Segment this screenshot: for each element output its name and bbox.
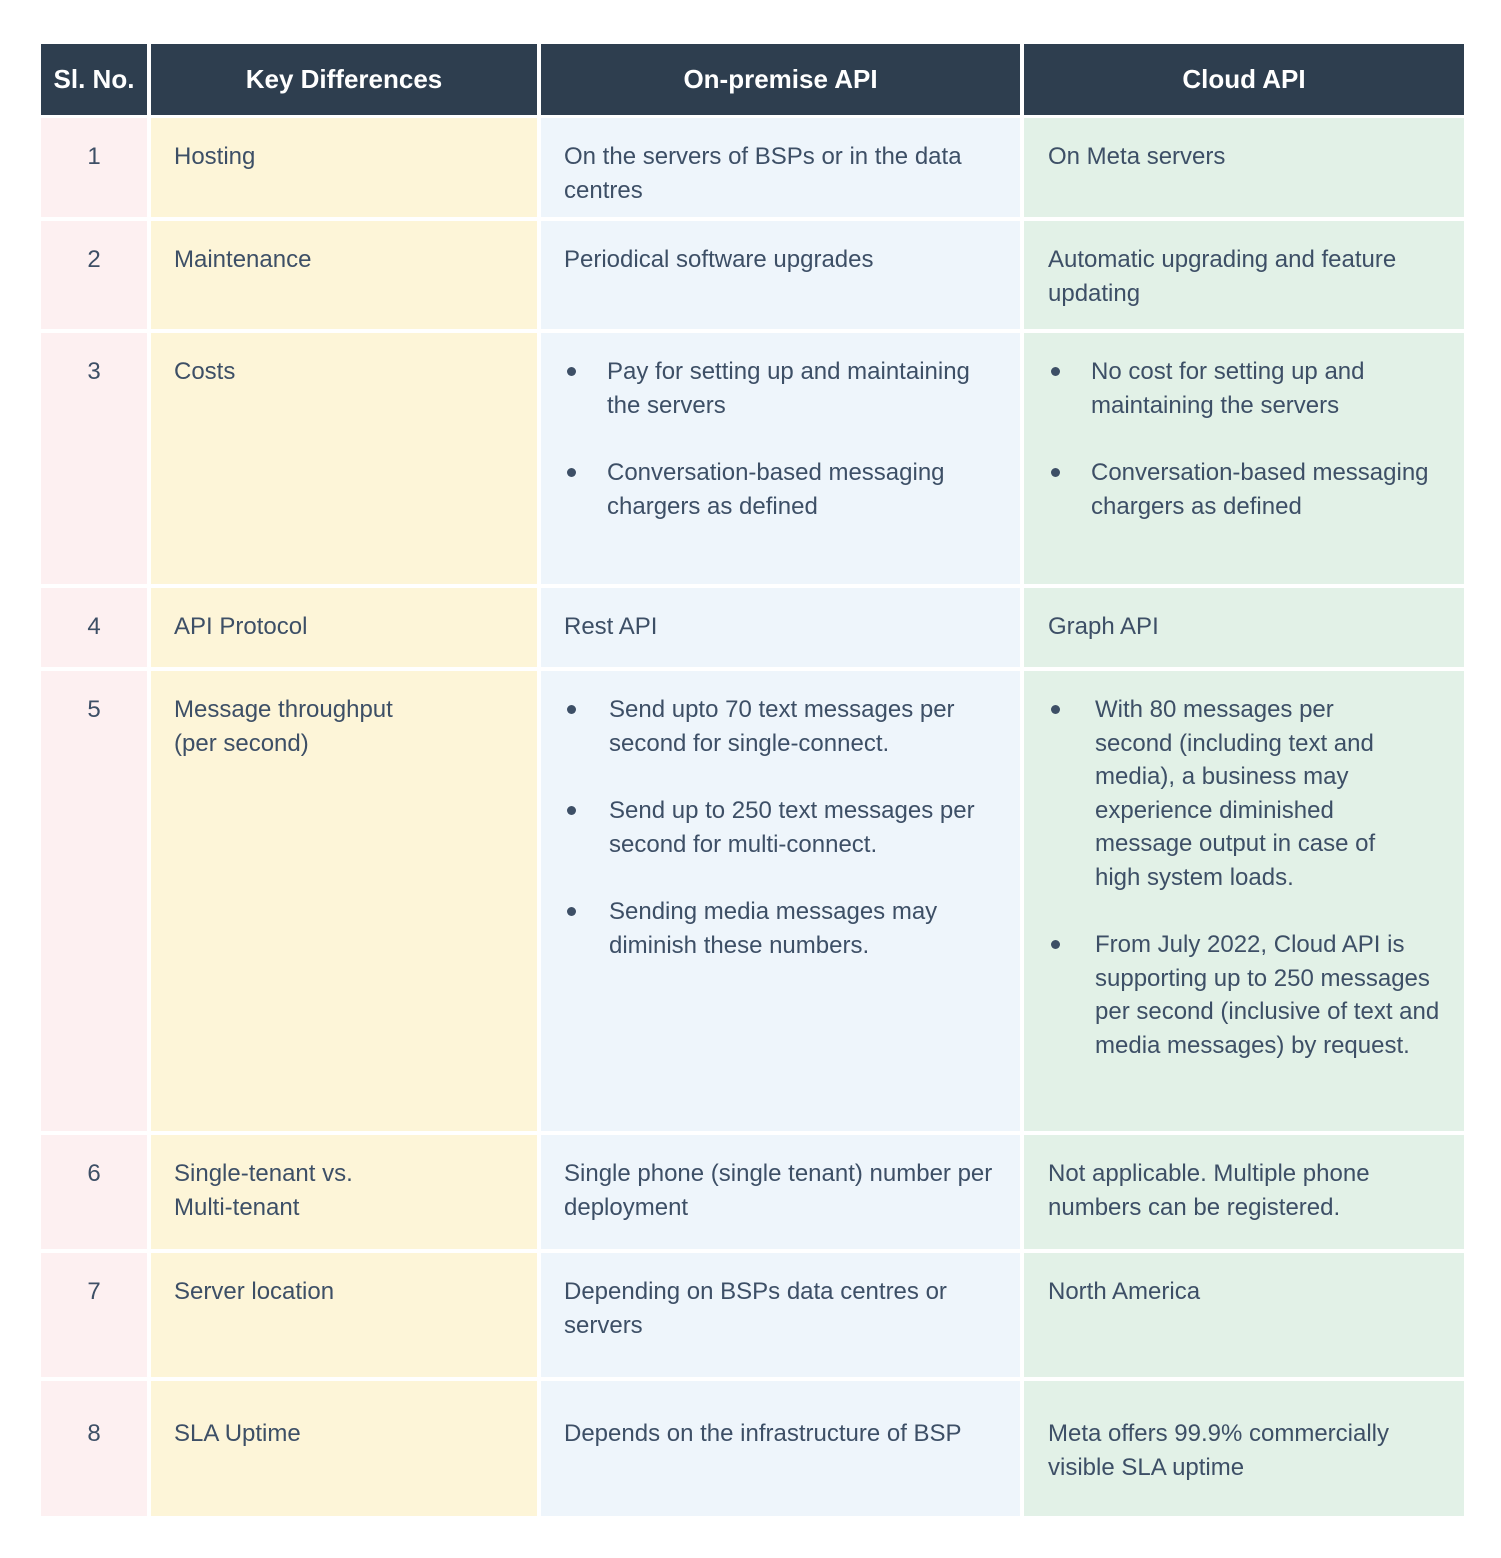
on-premise-value: Depending on BSPs data centres or server… <box>541 1253 1020 1377</box>
bullet-item: With 80 messages per second (including t… <box>1048 693 1458 894</box>
table-row: 3 Costs Pay for setting up and maintaini… <box>41 333 1464 584</box>
on-premise-value: Rest API <box>541 588 1020 667</box>
bullet-text: No cost for setting up and maintaining t… <box>1091 358 1365 419</box>
bullet-icon <box>1051 705 1060 714</box>
bullet-text: Send up to 250 text messages per second … <box>609 797 975 858</box>
key-difference: Message throughput (per second) <box>151 671 537 1131</box>
bullet-text: Pay for setting up and maintaining the s… <box>607 358 970 419</box>
bullet-text: Conversation-based messaging chargers as… <box>607 459 945 520</box>
key-difference: SLA Uptime <box>151 1381 537 1516</box>
cloud-value: On Meta servers <box>1024 118 1464 217</box>
table-row: 4 API Protocol Rest API Graph API <box>41 588 1464 667</box>
table-row: 1 Hosting On the servers of BSPs or in t… <box>41 118 1464 217</box>
bullet-icon <box>1051 367 1060 376</box>
row-number: 7 <box>41 1253 147 1377</box>
bullet-item: No cost for setting up and maintaining t… <box>1048 355 1458 422</box>
header-cloud-api: Cloud API <box>1024 44 1464 115</box>
table-row: 5 Message throughput (per second) Send u… <box>41 671 1464 1131</box>
bullet-item: Send up to 250 text messages per second … <box>564 794 1008 861</box>
cloud-value: Not applicable. Multiple phone numbers c… <box>1024 1135 1464 1249</box>
cloud-value: Automatic upgrading and feature updating <box>1024 221 1464 329</box>
cloud-value: North America <box>1024 1253 1464 1377</box>
table-row: 8 SLA Uptime Depends on the infrastructu… <box>41 1381 1464 1516</box>
table-row: 7 Server location Depending on BSPs data… <box>41 1253 1464 1377</box>
bullet-list: With 80 messages per second (including t… <box>1048 693 1458 1062</box>
on-premise-value: Periodical software upgrades <box>541 221 1020 329</box>
bullet-list: No cost for setting up and maintaining t… <box>1048 355 1458 523</box>
table-row: 2 Maintenance Periodical software upgrad… <box>41 221 1464 329</box>
row-number: 5 <box>41 671 147 1131</box>
bullet-text: With 80 messages per second (including t… <box>1095 696 1376 891</box>
key-difference: Hosting <box>151 118 537 217</box>
cloud-value: No cost for setting up and maintaining t… <box>1024 333 1464 584</box>
table-header-row: Sl. No. Key Differences On-premise API C… <box>41 44 1464 115</box>
on-premise-value: Depends on the infrastructure of BSP <box>541 1381 1020 1516</box>
key-difference: Costs <box>151 333 537 584</box>
table-row: 6 Single-tenant vs. Multi-tenant Single … <box>41 1135 1464 1249</box>
cloud-value: Graph API <box>1024 588 1464 667</box>
bullet-item: Sending media messages may diminish thes… <box>564 895 1008 962</box>
bullet-text: From July 2022, Cloud API is supporting … <box>1095 931 1440 1059</box>
on-premise-value: Single phone (single tenant) number per … <box>541 1135 1020 1249</box>
bullet-icon <box>567 468 576 477</box>
bullet-item: Conversation-based messaging chargers as… <box>564 456 1008 523</box>
row-number: 8 <box>41 1381 147 1516</box>
row-number: 6 <box>41 1135 147 1249</box>
row-number: 4 <box>41 588 147 667</box>
bullet-text: Sending media messages may diminish thes… <box>609 898 938 959</box>
header-key-differences: Key Differences <box>151 44 537 115</box>
cloud-value: With 80 messages per second (including t… <box>1024 671 1464 1131</box>
row-number: 1 <box>41 118 147 217</box>
bullet-text: Conversation-based messaging chargers as… <box>1091 459 1429 520</box>
bullet-icon <box>567 806 576 815</box>
row-number: 2 <box>41 221 147 329</box>
row-number: 3 <box>41 333 147 584</box>
bullet-list: Send upto 70 text messages per second fo… <box>564 693 1008 962</box>
on-premise-value: Send upto 70 text messages per second fo… <box>541 671 1020 1131</box>
bullet-item: From July 2022, Cloud API is supporting … <box>1048 928 1458 1062</box>
bullet-text: Send upto 70 text messages per second fo… <box>609 696 955 757</box>
bullet-item: Send upto 70 text messages per second fo… <box>564 693 1008 760</box>
key-difference: Server location <box>151 1253 537 1377</box>
bullet-icon <box>567 705 576 714</box>
key-difference: Single-tenant vs. Multi-tenant <box>151 1135 537 1249</box>
bullet-icon <box>1051 940 1060 949</box>
on-premise-value: Pay for setting up and maintaining the s… <box>541 333 1020 584</box>
cloud-value: Meta offers 99.9% commercially visible S… <box>1024 1381 1464 1516</box>
header-on-premise-api: On-premise API <box>541 44 1020 115</box>
header-sl-no: Sl. No. <box>41 44 147 115</box>
bullet-item: Pay for setting up and maintaining the s… <box>564 355 1008 422</box>
key-difference: API Protocol <box>151 588 537 667</box>
key-difference: Maintenance <box>151 221 537 329</box>
bullet-item: Conversation-based messaging chargers as… <box>1048 456 1458 523</box>
bullet-list: Pay for setting up and maintaining the s… <box>564 355 1008 523</box>
bullet-icon <box>567 907 576 916</box>
on-premise-value: On the servers of BSPs or in the data ce… <box>541 118 1020 217</box>
bullet-icon <box>1051 468 1060 477</box>
bullet-icon <box>567 367 576 376</box>
